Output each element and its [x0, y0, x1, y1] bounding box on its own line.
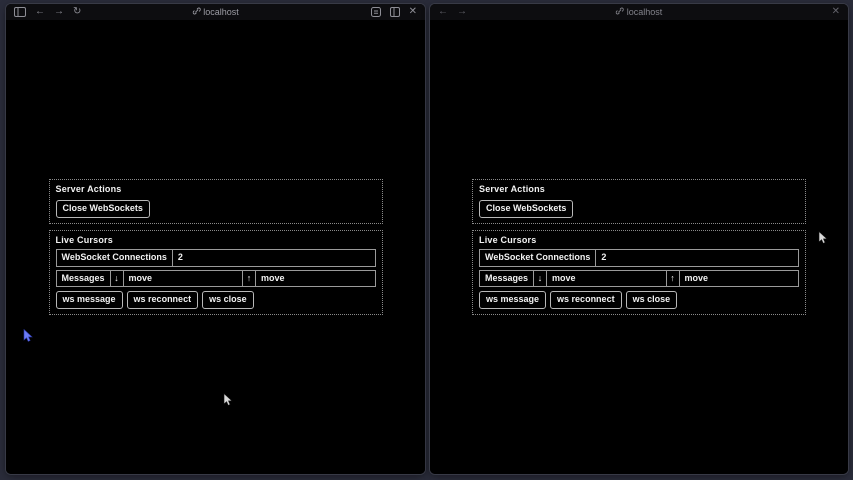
url-bar[interactable]: localhost — [192, 7, 239, 17]
live-cursors-title: Live Cursors — [479, 235, 799, 245]
titlebar-right: ← → localhost ✕ — [430, 4, 848, 20]
link-icon — [616, 7, 624, 17]
url-text: localhost — [203, 7, 239, 17]
connections-value: 2 — [595, 250, 798, 266]
ws-reconnect-button[interactable]: ws reconnect — [550, 291, 622, 308]
forward-icon[interactable]: → — [457, 7, 467, 17]
reader-mode-icon[interactable] — [371, 7, 381, 17]
page-content-left: Server Actions Close WebSockets Live Cur… — [6, 20, 425, 474]
outgoing-message-value: move — [679, 271, 798, 287]
back-icon[interactable]: ← — [35, 7, 45, 17]
tabs-icon[interactable] — [390, 7, 400, 17]
messages-row: Messages ↓ move ↑ move — [56, 270, 376, 288]
server-actions-title: Server Actions — [56, 184, 376, 194]
browser-window-right: ← → localhost ✕ Server Ac — [430, 4, 848, 474]
messages-label: Messages — [480, 271, 533, 287]
ws-close-button[interactable]: ws close — [626, 291, 678, 308]
server-actions-section: Server Actions Close WebSockets — [49, 179, 383, 223]
messages-row: Messages ↓ move ↑ move — [479, 270, 799, 288]
live-cursors-section: Live Cursors WebSocket Connections 2 Mes… — [49, 230, 383, 315]
live-cursors-title: Live Cursors — [56, 235, 376, 245]
arrow-up-icon: ↑ — [666, 271, 679, 287]
connections-row: WebSocket Connections 2 — [479, 249, 799, 267]
server-actions-title: Server Actions — [479, 184, 799, 194]
close-websockets-button[interactable]: Close WebSockets — [479, 200, 573, 217]
url-text: localhost — [627, 7, 663, 17]
back-icon[interactable]: ← — [438, 7, 448, 17]
connections-label: WebSocket Connections — [480, 250, 595, 266]
browser-window-left: ← → ↻ localhost — [6, 4, 425, 474]
incoming-message-value: move — [546, 271, 665, 287]
connections-label: WebSocket Connections — [57, 250, 172, 266]
sidebar-toggle-icon[interactable] — [14, 7, 26, 17]
close-icon[interactable]: ✕ — [409, 7, 417, 17]
ws-message-button[interactable]: ws message — [56, 291, 123, 308]
connections-value: 2 — [172, 250, 375, 266]
close-icon[interactable]: ✕ — [832, 7, 840, 17]
url-bar[interactable]: localhost — [616, 7, 663, 17]
outgoing-message-value: move — [255, 271, 374, 287]
arrow-up-icon: ↑ — [242, 271, 255, 287]
ws-message-button[interactable]: ws message — [479, 291, 546, 308]
arrow-down-icon: ↓ — [533, 271, 546, 287]
live-cursors-section: Live Cursors WebSocket Connections 2 Mes… — [472, 230, 806, 315]
messages-label: Messages — [57, 271, 110, 287]
server-actions-section: Server Actions Close WebSockets — [472, 179, 806, 223]
ws-close-button[interactable]: ws close — [202, 291, 254, 308]
incoming-message-value: move — [123, 271, 242, 287]
forward-icon[interactable]: → — [54, 7, 64, 17]
page-content-right: Server Actions Close WebSockets Live Cur… — [430, 20, 848, 474]
ws-reconnect-button[interactable]: ws reconnect — [127, 291, 199, 308]
close-websockets-button[interactable]: Close WebSockets — [56, 200, 150, 217]
link-icon — [192, 7, 200, 17]
connections-row: WebSocket Connections 2 — [56, 249, 376, 267]
titlebar-left: ← → ↻ localhost — [6, 4, 425, 20]
reload-icon[interactable]: ↻ — [73, 7, 81, 17]
desktop: ← → ↻ localhost — [0, 0, 853, 480]
arrow-down-icon: ↓ — [110, 271, 123, 287]
